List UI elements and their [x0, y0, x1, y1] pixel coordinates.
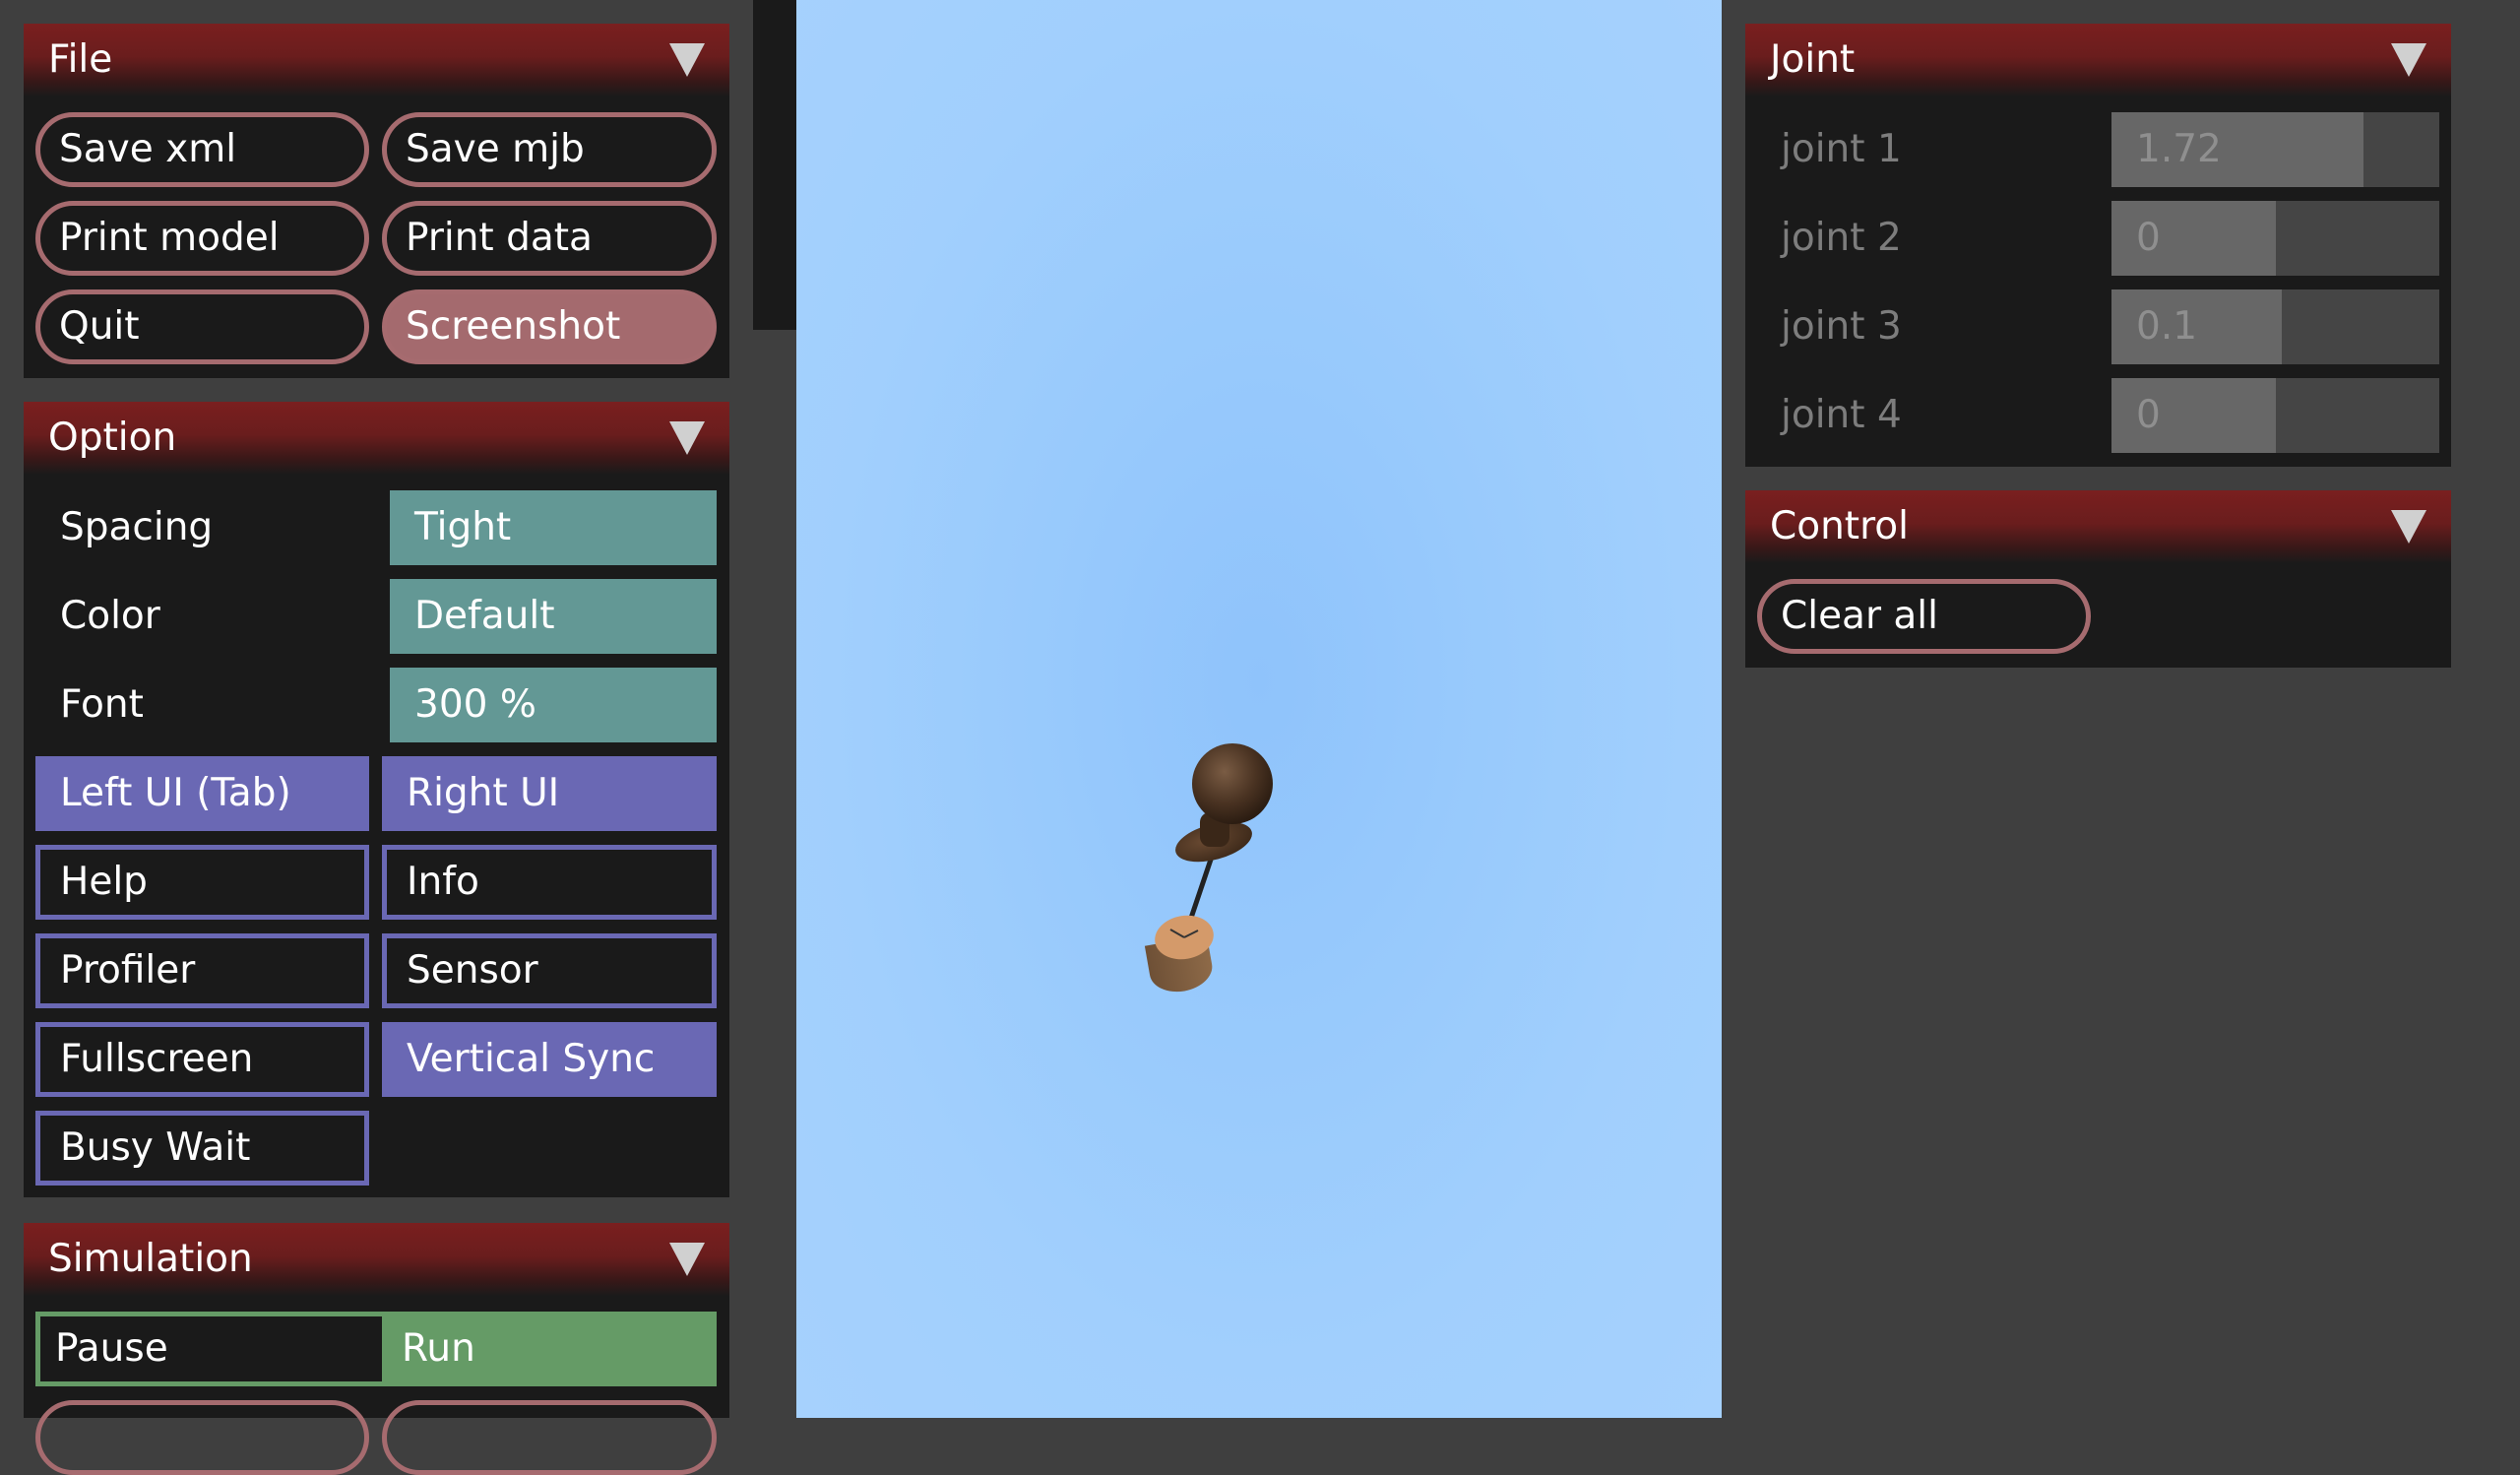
collapse-triangle-icon[interactable]	[669, 1243, 705, 1276]
collapse-triangle-icon[interactable]	[669, 43, 705, 77]
3d-viewport[interactable]	[796, 0, 1722, 1418]
joint-panel-header[interactable]: Joint	[1745, 24, 2451, 96]
reset-button-partial[interactable]	[35, 1400, 369, 1475]
screenshot-button[interactable]: Screenshot	[382, 289, 717, 364]
left-ui-toggle[interactable]: Left UI (Tab)	[35, 756, 369, 831]
simulation-panel-title: Simulation	[48, 1237, 253, 1281]
joint-slider[interactable]: 0.1	[2111, 289, 2439, 364]
run-pause-radio: Pause Run	[35, 1312, 717, 1386]
vertical-sync-toggle[interactable]: Vertical Sync	[382, 1022, 717, 1097]
reload-button-partial[interactable]	[382, 1400, 717, 1475]
collapse-triangle-icon[interactable]	[2391, 43, 2426, 77]
clear-all-button[interactable]: Clear all	[1757, 579, 2091, 654]
sensor-toggle[interactable]: Sensor	[382, 933, 717, 1008]
control-panel-title: Control	[1770, 504, 1909, 548]
busy-wait-toggle[interactable]: Busy Wait	[35, 1111, 369, 1186]
spacing-label: Spacing	[60, 505, 214, 549]
save-xml-button[interactable]: Save xml	[35, 112, 369, 187]
file-panel: File Save xml Save mjb Print model Print…	[24, 24, 729, 378]
quit-button[interactable]: Quit	[35, 289, 369, 364]
joint-slider[interactable]: 0	[2111, 378, 2439, 453]
joint-value: 0	[2136, 393, 2161, 437]
joint-label: joint 2	[1781, 216, 1902, 260]
control-panel: Control Clear all	[1745, 490, 2451, 668]
joint-value: 1.72	[2136, 127, 2222, 171]
joint-value: 0	[2136, 216, 2161, 260]
save-mjb-button[interactable]: Save mjb	[382, 112, 717, 187]
option-panel: Option Spacing Tight Color Default Font …	[24, 402, 729, 1197]
collapse-triangle-icon[interactable]	[669, 421, 705, 455]
joint-label: joint 3	[1781, 304, 1902, 349]
info-toggle[interactable]: Info	[382, 845, 717, 920]
right-ui-toggle[interactable]: Right UI	[382, 756, 717, 831]
help-toggle[interactable]: Help	[35, 845, 369, 920]
run-option[interactable]: Run	[382, 1316, 712, 1381]
control-panel-header[interactable]: Control	[1745, 490, 2451, 563]
file-panel-title: File	[48, 37, 113, 82]
print-data-button[interactable]: Print data	[382, 201, 717, 276]
joint-slider[interactable]: 0	[2111, 201, 2439, 276]
simulation-panel: Simulation Pause Run	[24, 1223, 729, 1475]
print-model-button[interactable]: Print model	[35, 201, 369, 276]
joint-value: 0.1	[2136, 304, 2198, 349]
option-panel-title: Option	[48, 416, 177, 460]
font-label: Font	[60, 682, 144, 727]
profiler-toggle[interactable]: Profiler	[35, 933, 369, 1008]
color-label: Color	[60, 594, 160, 638]
simulation-panel-header[interactable]: Simulation	[24, 1223, 729, 1296]
joint-panel-title: Joint	[1770, 37, 1856, 82]
collapse-triangle-icon[interactable]	[2391, 510, 2426, 544]
pendulum-head	[1192, 743, 1273, 824]
spacing-select[interactable]: Tight	[390, 490, 717, 565]
pause-option[interactable]: Pause	[40, 1316, 382, 1381]
pendulum-model	[1144, 743, 1273, 993]
joint-panel: Joint joint 1 1.72 joint 2 0 joint 3 0.1…	[1745, 24, 2451, 467]
left-ui-scrollbar[interactable]	[753, 0, 796, 330]
file-panel-header[interactable]: File	[24, 24, 729, 96]
font-select[interactable]: 300 %	[390, 668, 717, 742]
color-select[interactable]: Default	[390, 579, 717, 654]
joint-slider[interactable]: 1.72	[2111, 112, 2439, 187]
option-panel-header[interactable]: Option	[24, 402, 729, 475]
fullscreen-toggle[interactable]: Fullscreen	[35, 1022, 369, 1097]
joint-label: joint 4	[1781, 393, 1902, 437]
joint-label: joint 1	[1781, 127, 1902, 171]
